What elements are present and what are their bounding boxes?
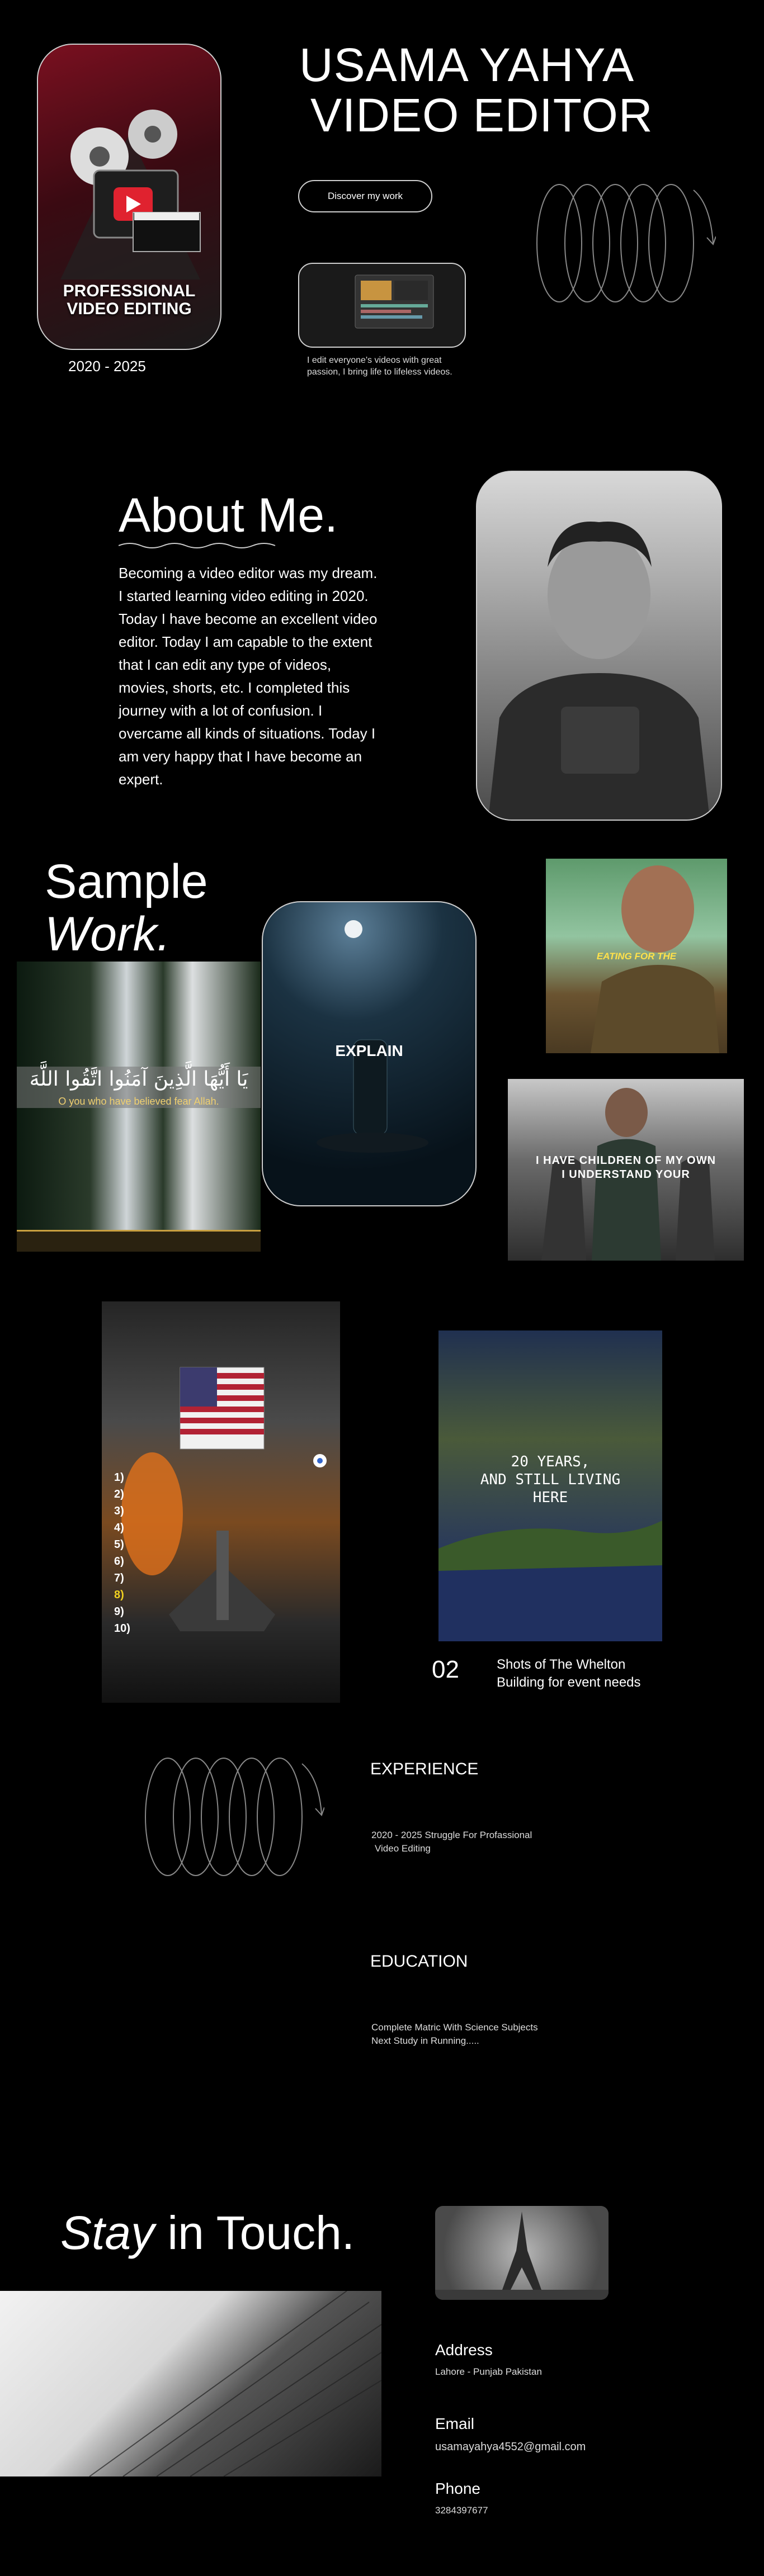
hero-badge-card: PROFESSIONAL VIDEO EDITING	[37, 44, 221, 350]
about-title: About Me.	[119, 489, 338, 542]
education-text-2: Next Study in Running.....	[371, 2035, 479, 2046]
editing-thumbnail[interactable]	[298, 263, 466, 348]
hero-tagline: I edit everyone's videos with great pass…	[307, 356, 452, 377]
still-living-line1: 20 YEARS,	[511, 1453, 590, 1470]
building-photo	[0, 2291, 381, 2476]
contact-title: Stay in Touch.	[60, 2206, 355, 2260]
work-caption: Shots of The Whelton Building for event …	[497, 1657, 641, 1690]
education-text-1: Complete Matric With Science Subjects	[371, 2022, 538, 2033]
about-body: Becoming a video editor was my dream. I …	[119, 565, 378, 788]
still-living-line2: AND STILL LIVING	[480, 1471, 621, 1488]
countdown-item: 4)	[114, 1522, 124, 1534]
badge-title: PROFESSIONAL VIDEO EDITING	[63, 282, 196, 318]
email-label: Email	[435, 2415, 475, 2432]
children-caption-1: I HAVE CHILDREN OF MY OWN	[535, 1154, 716, 1167]
education-heading: EDUCATION	[370, 1952, 468, 1971]
countdown-item: 1)	[114, 1471, 124, 1484]
arabic-translation: O you who have believed fear Allah.	[58, 1096, 219, 1107]
about-underline	[119, 541, 286, 550]
address-value: Lahore - Punjab Pakistan	[435, 2366, 542, 2377]
sample-eating[interactable]: EATING FOR THE	[546, 859, 727, 1053]
countdown-list: 1) 2) 3) 4) 5) 6) 7) 8) 9) 10)	[114, 1469, 130, 1637]
discover-button[interactable]: Discover my work	[298, 180, 432, 212]
address-label: Address	[435, 2341, 493, 2359]
eiffel-photo	[435, 2206, 609, 2300]
phone-label: Phone	[435, 2480, 480, 2497]
phone-value[interactable]: 3284397677	[435, 2504, 488, 2517]
contact-title-b: in Touch.	[154, 2206, 355, 2259]
countdown-item: 3)	[114, 1505, 124, 1517]
arabic-line: يَا أَيُّهَا الَّذِينَ آمَنُوا اتَّقُوا …	[29, 1068, 248, 1091]
still-living-line3: HERE	[532, 1489, 568, 1506]
countdown-item: 10)	[114, 1622, 130, 1635]
sample-still-living[interactable]: 20 YEARS, AND STILL LIVING HERE	[438, 1330, 662, 1641]
hero-name: USAMA YAHYA	[299, 39, 635, 91]
sample-title-b: Work.	[45, 907, 171, 961]
profile-photo	[476, 471, 722, 821]
experience-text-2: Video Editing	[375, 1843, 431, 1854]
countdown-item: 6)	[114, 1555, 124, 1568]
spiral-decoration-top	[526, 182, 716, 310]
experience-text-1: 2020 - 2025 Struggle For Profassional	[371, 1830, 532, 1840]
spiral-decoration-mid	[134, 1753, 324, 1881]
sample-explain[interactable]: EXPLAIN	[262, 901, 477, 1206]
eating-caption: EATING FOR THE	[596, 951, 677, 962]
countdown-item: 2)	[114, 1488, 124, 1500]
sample-jet[interactable]: 1) 2) 3) 4) 5) 6) 7) 8) 9) 10)	[102, 1301, 340, 1703]
email-link[interactable]: usamayahya4552@gmail.com	[435, 2441, 586, 2454]
sample-children[interactable]: I HAVE CHILDREN OF MY OWN I UNDERSTAND Y…	[508, 1079, 744, 1261]
contact-title-a: Stay	[60, 2206, 155, 2259]
countdown-item: 7)	[114, 1572, 124, 1584]
children-caption-2: I UNDERSTAND YOUR	[562, 1168, 690, 1181]
hero-years: 2020 - 2025	[68, 358, 146, 375]
sample-waterfall-quran[interactable]: يَا أَيُّهَا الَّذِينَ آمَنُوا اتَّقُوا …	[17, 962, 261, 1252]
countdown-item: 8)	[114, 1589, 124, 1601]
sample-title-a: Sample	[45, 855, 208, 908]
countdown-item: 5)	[114, 1538, 124, 1551]
sample-title: Sample Work.	[45, 855, 208, 960]
hero-role: VIDEO EDITOR	[310, 89, 653, 141]
work-number: 02	[432, 1656, 459, 1683]
countdown-item: 9)	[114, 1606, 124, 1618]
experience-heading: EXPERIENCE	[370, 1760, 479, 1778]
explain-label: EXPLAIN	[335, 1042, 403, 1059]
